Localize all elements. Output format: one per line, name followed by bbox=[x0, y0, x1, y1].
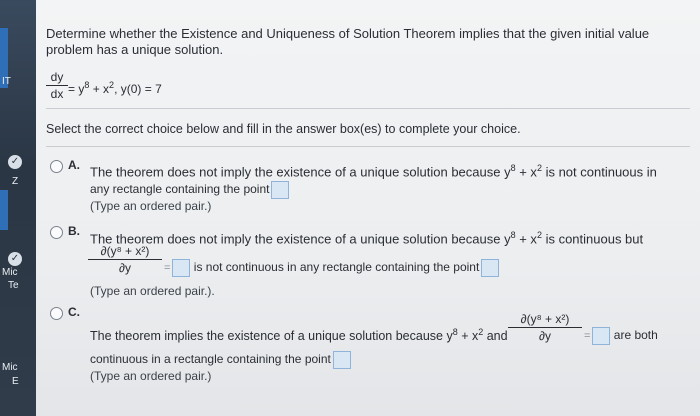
sidebar-accent-bar bbox=[0, 190, 8, 230]
check-icon[interactable]: ✓ bbox=[8, 155, 22, 169]
choice-b-after-text: is not continuous in any rectangle conta… bbox=[193, 260, 480, 275]
question-text-line1: Determine whether the Existence and Uniq… bbox=[46, 26, 650, 41]
choice-c-letter: C. bbox=[68, 305, 80, 319]
choice-c-tail: = are both bbox=[584, 327, 658, 345]
eq-rhs-text: = y bbox=[68, 82, 85, 96]
choice-b-mid: + x bbox=[515, 231, 537, 247]
sidebar-label[interactable]: Mic bbox=[2, 362, 18, 373]
equation-fraction: dy dx bbox=[46, 70, 68, 101]
sidebar-label: IT bbox=[2, 76, 11, 87]
choice-a-radio[interactable] bbox=[50, 160, 63, 173]
check-icon[interactable]: ✓ bbox=[8, 252, 22, 266]
question-panel: Determine whether the Existence and Uniq… bbox=[36, 0, 700, 416]
choice-a-text1: The theorem does not imply the existence… bbox=[90, 164, 511, 180]
choice-a-letter: A. bbox=[68, 158, 80, 172]
choice-b-hint: (Type an ordered pair.). bbox=[90, 284, 215, 298]
eq-numerator: dy bbox=[50, 70, 64, 84]
answer-box-c2[interactable] bbox=[332, 351, 351, 369]
choice-c-text: The theorem implies the existence of a u… bbox=[90, 327, 508, 343]
partial-numerator: ∂(y⁸ + x²) bbox=[100, 244, 150, 258]
divider bbox=[46, 108, 690, 109]
eq-denominator: dx bbox=[50, 87, 64, 101]
partial-denominator: ∂y bbox=[539, 329, 551, 343]
partial-denominator: ∂y bbox=[119, 261, 131, 275]
fraction-bar bbox=[508, 327, 582, 328]
choice-b-line2: = is not continuous in any rectangle con… bbox=[164, 259, 500, 277]
choice-c-mid: + x bbox=[457, 329, 479, 344]
fraction-bar bbox=[88, 259, 162, 260]
choice-a-line2: any rectangle containing the point bbox=[90, 181, 290, 199]
divider bbox=[46, 146, 690, 147]
choice-c-and: and bbox=[483, 329, 508, 344]
choice-b-radio[interactable] bbox=[50, 226, 63, 239]
instruction-text: Select the correct choice below and fill… bbox=[46, 122, 521, 136]
choice-c-text1: The theorem implies the existence of a u… bbox=[90, 329, 453, 344]
choice-b-text: The theorem does not imply the existence… bbox=[90, 230, 643, 246]
choice-c-radio[interactable] bbox=[50, 307, 63, 320]
answer-box-b1[interactable] bbox=[172, 259, 191, 277]
eq-initial-condition: , y(0) = 7 bbox=[114, 82, 162, 96]
sidebar-label[interactable]: Te bbox=[8, 280, 19, 291]
sidebar-label: Z bbox=[12, 176, 19, 187]
partial-numerator: ∂(y⁸ + x²) bbox=[520, 312, 570, 326]
sidebar-label[interactable]: Mic bbox=[2, 267, 18, 278]
choice-c-line2-text: continuous in a rectangle containing the… bbox=[90, 352, 331, 367]
partial-derivative-c: ∂(y⁸ + x²) ∂y bbox=[508, 312, 582, 343]
choice-c-hint: (Type an ordered pair.) bbox=[90, 369, 212, 383]
eq-plus-text: + x bbox=[89, 82, 110, 96]
choice-a-line2-text: any rectangle containing the point bbox=[90, 182, 270, 197]
choice-a-mid: + x bbox=[515, 164, 537, 180]
equals-sign: = bbox=[164, 262, 171, 275]
equals-sign: = bbox=[584, 330, 591, 343]
partial-derivative-b: ∂(y⁸ + x²) ∂y bbox=[88, 244, 162, 275]
choice-c-after-text: are both bbox=[613, 328, 658, 343]
fraction-bar bbox=[46, 85, 68, 86]
answer-box-c1[interactable] bbox=[592, 327, 611, 345]
equation-rhs: = y8 + x2, y(0) = 7 bbox=[68, 80, 162, 96]
choice-b-letter: B. bbox=[68, 224, 80, 238]
choice-a-text: The theorem does not imply the existence… bbox=[90, 163, 657, 179]
choice-c-line2: continuous in a rectangle containing the… bbox=[90, 351, 351, 369]
sidebar-label[interactable]: E bbox=[12, 376, 19, 387]
question-text-line2: problem has a unique solution. bbox=[46, 42, 224, 57]
answer-box-b2[interactable] bbox=[481, 259, 500, 277]
choice-b-text2: is continuous but bbox=[541, 231, 644, 247]
left-sidebar: IT ✓ Z ✓ Mic Te Mic E bbox=[0, 0, 36, 416]
choice-a-text2: is not continuous in bbox=[541, 164, 657, 180]
answer-box-a[interactable] bbox=[271, 181, 290, 199]
choice-a-hint: (Type an ordered pair.) bbox=[90, 199, 212, 213]
